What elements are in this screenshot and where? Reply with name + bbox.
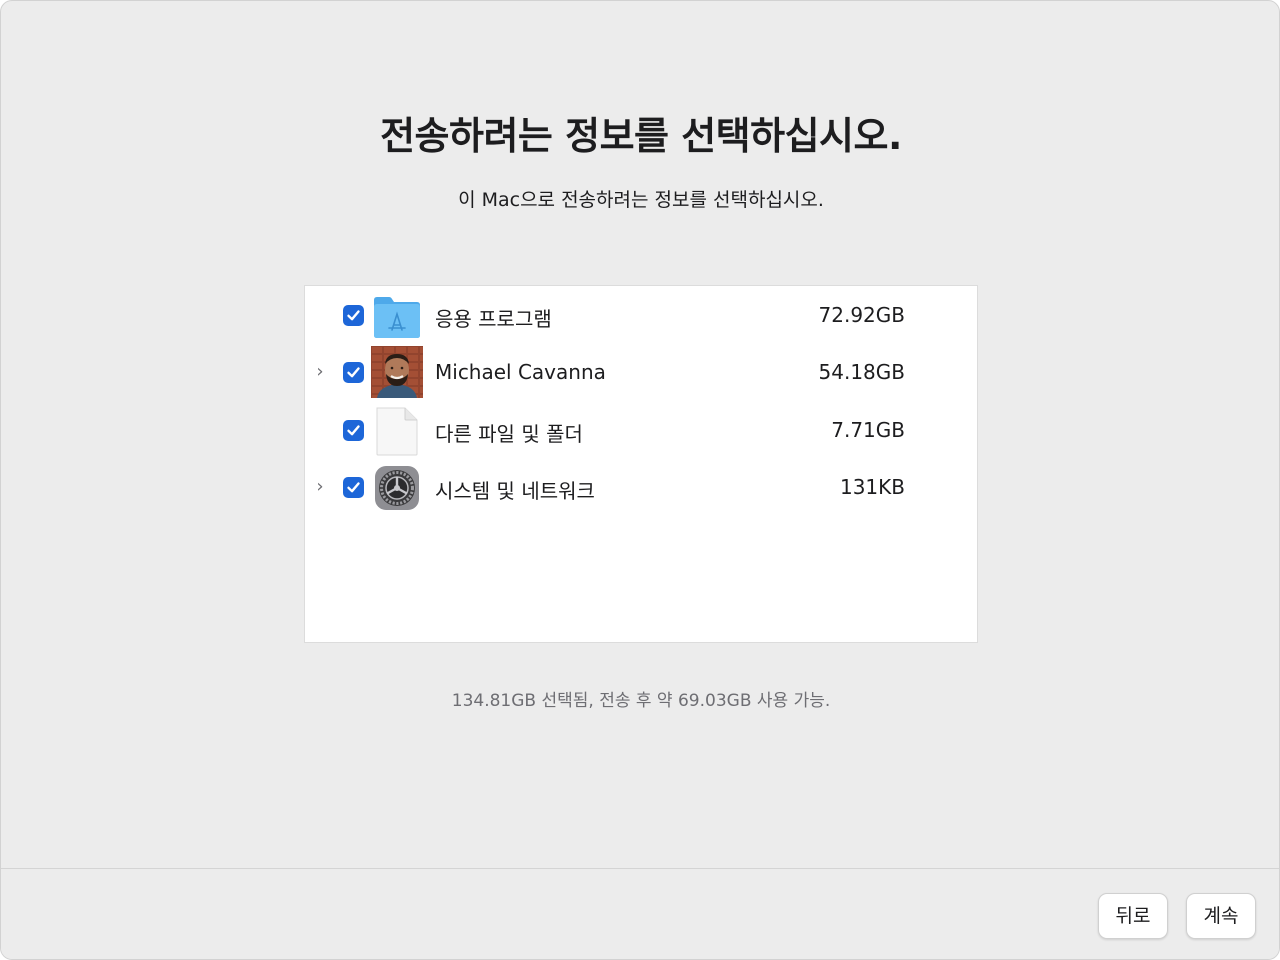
page-title: 전송하려는 정보를 선택하십시오. — [380, 114, 902, 158]
system-network-checkbox[interactable] — [343, 477, 364, 498]
item-label: 응용 프로그램 — [435, 307, 552, 331]
item-label: Michael Cavanna — [435, 360, 606, 384]
item-label: 시스템 및 네트워크 — [435, 479, 595, 503]
list-item-other-files[interactable]: 다른 파일 및 폴더 7.71GB — [305, 402, 977, 459]
system-settings-gear-icon — [371, 463, 423, 513]
checkmark-icon — [347, 310, 360, 321]
checkmark-icon — [347, 425, 360, 436]
back-button[interactable]: 뒤로 — [1098, 893, 1168, 939]
other-files-checkbox[interactable] — [343, 420, 364, 441]
list-item-user[interactable]: › Michael Cavanna 54.18GB — [305, 344, 977, 401]
item-size: 7.71GB — [831, 418, 905, 442]
selection-summary: 134.81GB 선택됨, 전송 후 약 69.03GB 사용 가능. — [451, 691, 831, 711]
user-avatar — [371, 346, 423, 398]
continue-button[interactable]: 계속 — [1186, 893, 1256, 939]
item-label: 다른 파일 및 폴더 — [435, 422, 583, 446]
item-size: 54.18GB — [818, 360, 905, 384]
checkmark-icon — [347, 367, 360, 378]
document-icon — [371, 406, 423, 456]
migration-assistant-window: 전송하려는 정보를 선택하십시오. 이 Mac으로 전송하려는 정보를 선택하십… — [0, 0, 1280, 960]
list-item-system-network[interactable]: › 시스템 및 네트워크 131KB — [305, 459, 977, 516]
page-subtitle: 이 Mac으로 전송하려는 정보를 선택하십시오. — [458, 189, 824, 211]
disclosure-chevron-icon[interactable]: › — [312, 361, 328, 383]
checkmark-icon — [347, 482, 360, 493]
applications-folder-icon — [371, 291, 423, 341]
applications-checkbox[interactable] — [343, 305, 364, 326]
disclosure-chevron-icon[interactable]: › — [312, 476, 328, 498]
transfer-items-list: 응용 프로그램 72.92GB › Michael Cavanna 54.18G… — [304, 285, 978, 643]
item-size: 72.92GB — [818, 303, 905, 327]
item-size: 131KB — [839, 475, 905, 499]
user-checkbox[interactable] — [343, 362, 364, 383]
footer-bar: 뒤로 계속 — [1, 868, 1279, 959]
list-item-applications[interactable]: 응용 프로그램 72.92GB — [305, 287, 977, 344]
